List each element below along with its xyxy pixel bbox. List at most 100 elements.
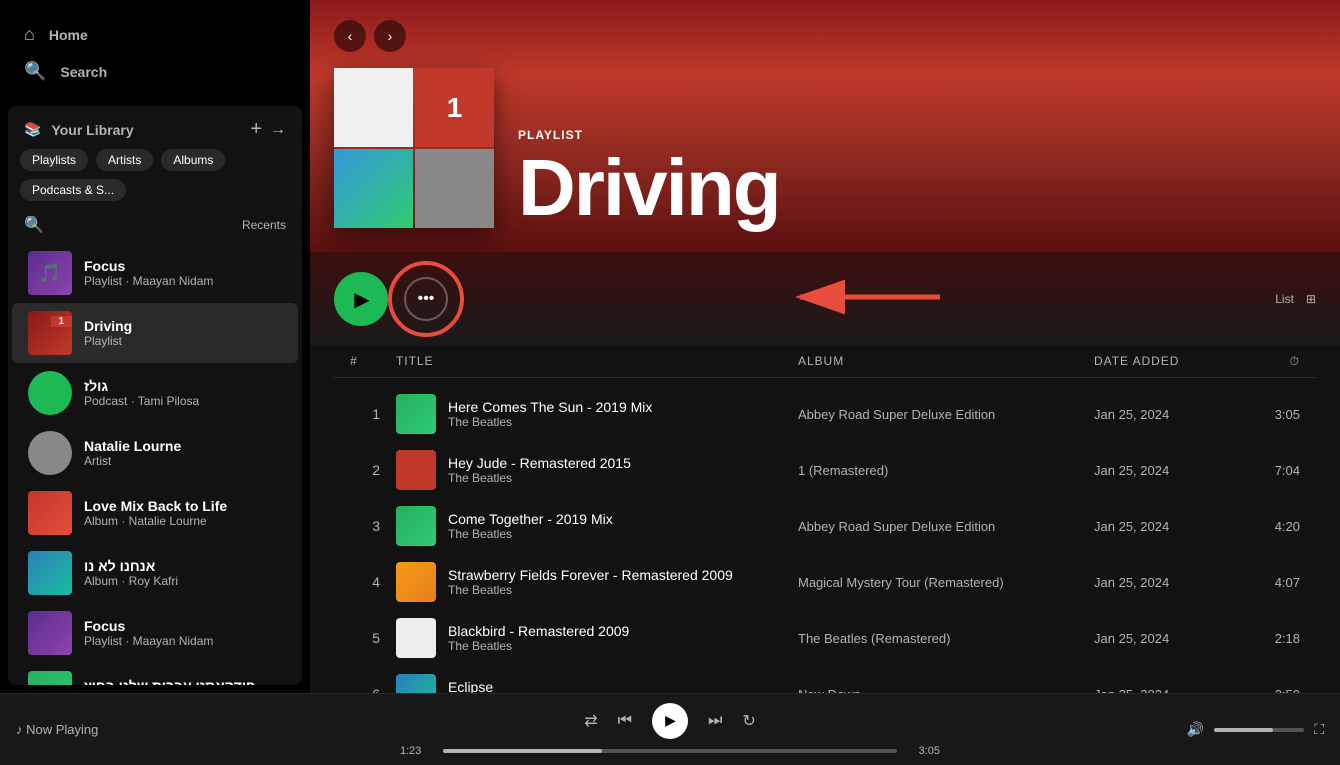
- track-thumb-4: [396, 562, 436, 602]
- lib-thumb-focus2: [28, 611, 72, 655]
- play-pause-button[interactable]: ▶: [652, 703, 688, 739]
- lib-thumb-podcast1: [28, 371, 72, 415]
- lib-thumb-podcast2: [28, 671, 72, 685]
- track-row-6[interactable]: 6 Eclipse Dominic Miller, Neil Stacey Ne…: [334, 666, 1316, 693]
- th-album: Album: [798, 354, 1078, 369]
- track-info-6: Eclipse Dominic Miller, Neil Stacey: [396, 674, 782, 693]
- forward-button[interactable]: ›: [374, 20, 406, 52]
- track-artist-4: The Beatles: [448, 583, 733, 597]
- filter-tab-playlists[interactable]: Playlists: [20, 149, 88, 171]
- home-icon: ⌂: [24, 24, 35, 45]
- track-album-5: The Beatles (Remastered): [798, 631, 1078, 646]
- shuffle-button[interactable]: ⇄: [584, 711, 597, 731]
- track-info-3: Come Together - 2019 Mix The Beatles: [396, 506, 782, 546]
- library-actions: + →: [250, 118, 286, 141]
- track-num-3: 3: [350, 518, 380, 534]
- filter-tab-artists[interactable]: Artists: [96, 149, 153, 171]
- track-thumb-2: [396, 450, 436, 490]
- track-num-4: 4: [350, 574, 380, 590]
- track-row-3[interactable]: 3 Come Together - 2019 Mix The Beatles A…: [334, 498, 1316, 554]
- back-button[interactable]: ‹: [334, 20, 366, 52]
- lib-info-podcast2: פודקאסט עברית שלנו בחוץ Podcast · עברית …: [84, 678, 282, 685]
- track-album-4: Magical Mystery Tour (Remastered): [798, 575, 1078, 590]
- lib-info-driving: Driving Playlist: [84, 318, 282, 348]
- track-info-1: Here Comes The Sun - 2019 Mix The Beatle…: [396, 394, 782, 434]
- filter-tab-podcasts[interactable]: Podcasts & S...: [20, 179, 126, 201]
- library-item-again[interactable]: אנחנו לא נו Album · Roy Kafri: [12, 543, 298, 603]
- volume-track[interactable]: [1214, 728, 1304, 732]
- playlist-more-button[interactable]: •••: [404, 277, 448, 321]
- library-item-podcast2[interactable]: פודקאסט עברית שלנו בחוץ Podcast · עברית …: [12, 663, 298, 685]
- track-name-5: Blackbird - Remastered 2009: [448, 623, 629, 639]
- library-item-love[interactable]: Love Mix Back to Life Album · Natalie Lo…: [12, 483, 298, 543]
- previous-button[interactable]: ⏮: [618, 712, 632, 730]
- track-thumb-6: [396, 674, 436, 693]
- volume-icon[interactable]: 🔊: [1187, 721, 1204, 738]
- lib-name-natalie: Natalie Lourne: [84, 438, 282, 454]
- next-button[interactable]: ⏭: [708, 712, 722, 730]
- filter-tab-albums[interactable]: Albums: [161, 149, 225, 171]
- sidebar-item-home[interactable]: ⌂ Home: [12, 16, 298, 53]
- library-item-driving[interactable]: 1 Driving Playlist: [12, 303, 298, 363]
- expand-library-button[interactable]: →: [270, 121, 286, 139]
- track-info-5: Blackbird - Remastered 2009 The Beatles: [396, 618, 782, 658]
- player-controls: ⇄ ⏮ ▶ ⏭ ↻: [584, 703, 756, 739]
- th-duration: ⏱: [1240, 354, 1300, 369]
- track-text-3: Come Together - 2019 Mix The Beatles: [448, 511, 613, 541]
- track-date-4: Jan 25, 2024: [1094, 575, 1224, 590]
- progress-fill: [443, 749, 602, 753]
- bottom-player: ♪ Now Playing ⇄ ⏮ ▶ ⏭ ↻ 1:23 3:05 🔊 ⛶: [0, 693, 1340, 765]
- total-time: 3:05: [905, 745, 940, 757]
- track-thumb-1: [396, 394, 436, 434]
- track-artist-5: The Beatles: [448, 639, 629, 653]
- lib-sub-focus: Playlist · Maayan Nidam: [84, 274, 282, 288]
- track-row-4[interactable]: 4 Strawberry Fields Forever - Remastered…: [334, 554, 1316, 610]
- track-num-2: 2: [350, 462, 380, 478]
- lib-sub-again: Album · Roy Kafri: [84, 574, 282, 588]
- library-header: 📚 Your Library + →: [8, 106, 302, 149]
- volume-fill: [1214, 728, 1273, 732]
- library-item-podcast1[interactable]: גולז Podcast · Tami Pilosa: [12, 363, 298, 423]
- search-sort-row: 🔍 Recents: [8, 211, 302, 243]
- add-library-button[interactable]: +: [250, 118, 262, 141]
- track-text-2: Hey Jude - Remastered 2015 The Beatles: [448, 455, 631, 485]
- library-search-icon[interactable]: 🔍: [24, 215, 44, 235]
- lib-thumb-love: [28, 491, 72, 535]
- lib-name-focus2: Focus: [84, 618, 282, 634]
- track-text-6: Eclipse Dominic Miller, Neil Stacey: [448, 679, 590, 693]
- lib-sub-driving: Playlist: [84, 334, 282, 348]
- lib-sub-podcast1: Podcast · Tami Pilosa: [84, 394, 282, 408]
- grid-icon[interactable]: ⊞: [1306, 292, 1316, 306]
- lib-name-podcast2: פודקאסט עברית שלנו בחוץ: [84, 678, 282, 685]
- track-date-1: Jan 25, 2024: [1094, 407, 1224, 422]
- library-title: 📚 Your Library: [24, 121, 134, 138]
- playlist-play-button[interactable]: ▶: [334, 272, 388, 326]
- sidebar: ⌂ Home 🔍 Search 📚 Your Library + → P: [0, 0, 310, 693]
- library-item-focus2[interactable]: Focus Playlist · Maayan Nidam: [12, 603, 298, 663]
- track-num-5: 5: [350, 630, 380, 646]
- library-item-natalie[interactable]: Natalie Lourne Artist: [12, 423, 298, 483]
- track-row-2[interactable]: 2 Hey Jude - Remastered 2015 The Beatles…: [334, 442, 1316, 498]
- track-duration-5: 2:18: [1240, 631, 1300, 646]
- lib-name-driving: Driving: [84, 318, 282, 334]
- library-item-focus[interactable]: 🎵 Focus Playlist · Maayan Nidam: [12, 243, 298, 303]
- track-duration-2: 7:04: [1240, 463, 1300, 478]
- progress-track[interactable]: [443, 749, 897, 753]
- lib-info-natalie: Natalie Lourne Artist: [84, 438, 282, 468]
- track-row-1[interactable]: 1 Here Comes The Sun - 2019 Mix The Beat…: [334, 386, 1316, 442]
- playlist-label: Playlist: [518, 128, 1316, 142]
- th-title: Title: [396, 354, 782, 369]
- track-text-4: Strawberry Fields Forever - Remastered 2…: [448, 567, 733, 597]
- recents-label[interactable]: Recents: [242, 218, 286, 232]
- track-artist-2: The Beatles: [448, 471, 631, 485]
- list-view-label[interactable]: List: [1275, 292, 1294, 306]
- play-pause-icon: ▶: [665, 712, 676, 729]
- repeat-button[interactable]: ↻: [742, 711, 755, 731]
- fullscreen-icon[interactable]: ⛶: [1314, 721, 1324, 738]
- hero-text: Playlist Driving: [518, 128, 1316, 228]
- sidebar-nav: ⌂ Home 🔍 Search: [0, 0, 310, 98]
- sidebar-item-search[interactable]: 🔍 Search: [12, 53, 298, 90]
- main-content: ‹ › 1 Playlist Driving ▶: [310, 0, 1340, 693]
- track-row-5[interactable]: 5 Blackbird - Remastered 2009 The Beatle…: [334, 610, 1316, 666]
- track-duration-6: 2:50: [1240, 687, 1300, 694]
